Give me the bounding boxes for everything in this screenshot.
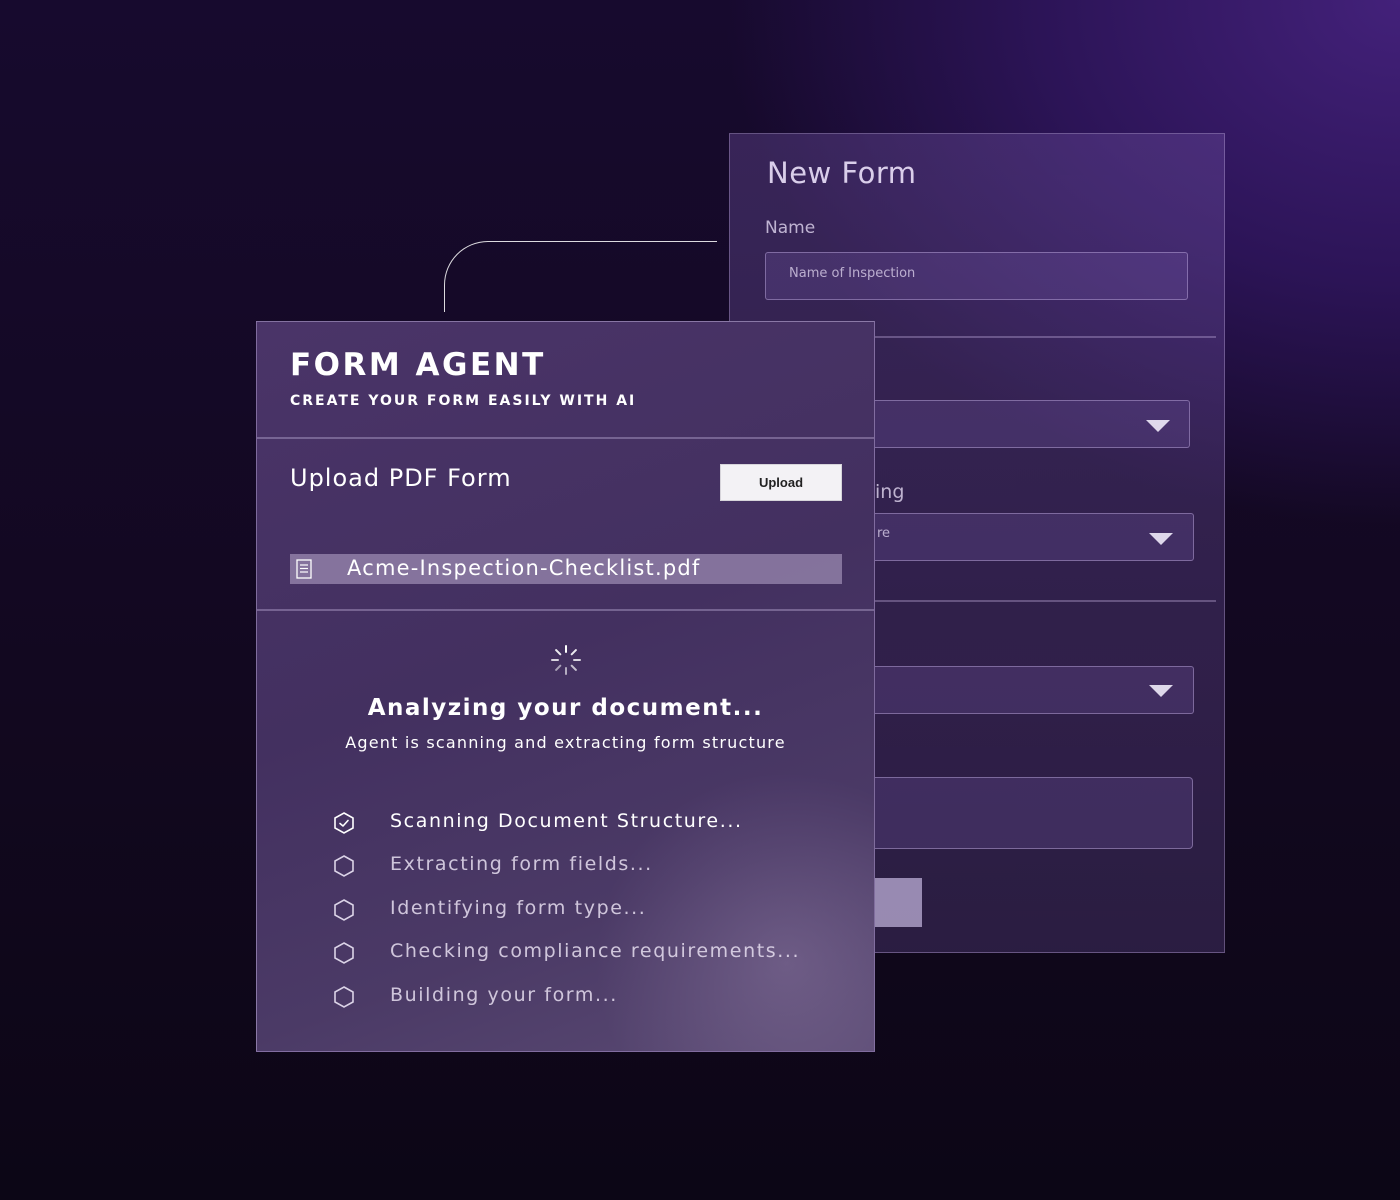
step-label: Extracting form fields... — [390, 853, 653, 875]
upload-title: Upload PDF Form — [290, 464, 512, 492]
status-title: Analyzing your document... — [367, 695, 764, 721]
select-field-2-value: re — [877, 526, 891, 541]
name-input[interactable]: Name of Inspection — [765, 252, 1188, 300]
chevron-down-icon — [1149, 533, 1173, 545]
new-form-title: New Form — [767, 156, 917, 190]
form-agent-panel: FORM AGENT CREATE YOUR FORM EASILY WITH … — [256, 321, 875, 1052]
step-label: Building your form... — [390, 984, 618, 1006]
select-field-2[interactable]: re — [870, 513, 1194, 561]
hexagon-icon — [334, 855, 354, 877]
connector-line — [444, 241, 717, 312]
file-name: Acme-Inspection-Checklist.pdf — [347, 556, 701, 580]
step-label: Scanning Document Structure... — [390, 810, 743, 832]
agent-title: FORM AGENT — [290, 347, 546, 383]
uploaded-file[interactable]: Acme-Inspection-Checklist.pdf — [290, 554, 842, 584]
chevron-down-icon — [1149, 685, 1173, 697]
hexagon-icon — [334, 899, 354, 921]
hexagon-check-icon — [334, 812, 354, 834]
document-icon — [296, 559, 312, 579]
status-subtitle: Agent is scanning and extracting form st… — [345, 733, 786, 752]
select-field-1[interactable] — [870, 400, 1190, 448]
name-label: Name — [765, 218, 816, 238]
chevron-down-icon — [1146, 420, 1170, 432]
step-label: Identifying form type... — [390, 897, 647, 919]
textarea-field[interactable] — [830, 777, 1193, 849]
select-field-3[interactable] — [870, 666, 1194, 714]
hexagon-icon — [334, 986, 354, 1008]
upload-button[interactable]: Upload — [720, 464, 842, 501]
header-divider — [257, 437, 874, 439]
loading-spinner-icon — [551, 645, 581, 675]
step-label: Checking compliance requirements... — [390, 940, 801, 962]
hexagon-icon — [334, 942, 354, 964]
agent-subtitle: CREATE YOUR FORM EASILY WITH AI — [290, 393, 637, 409]
partial-field-label: ing — [875, 481, 905, 503]
upload-divider — [257, 609, 874, 611]
